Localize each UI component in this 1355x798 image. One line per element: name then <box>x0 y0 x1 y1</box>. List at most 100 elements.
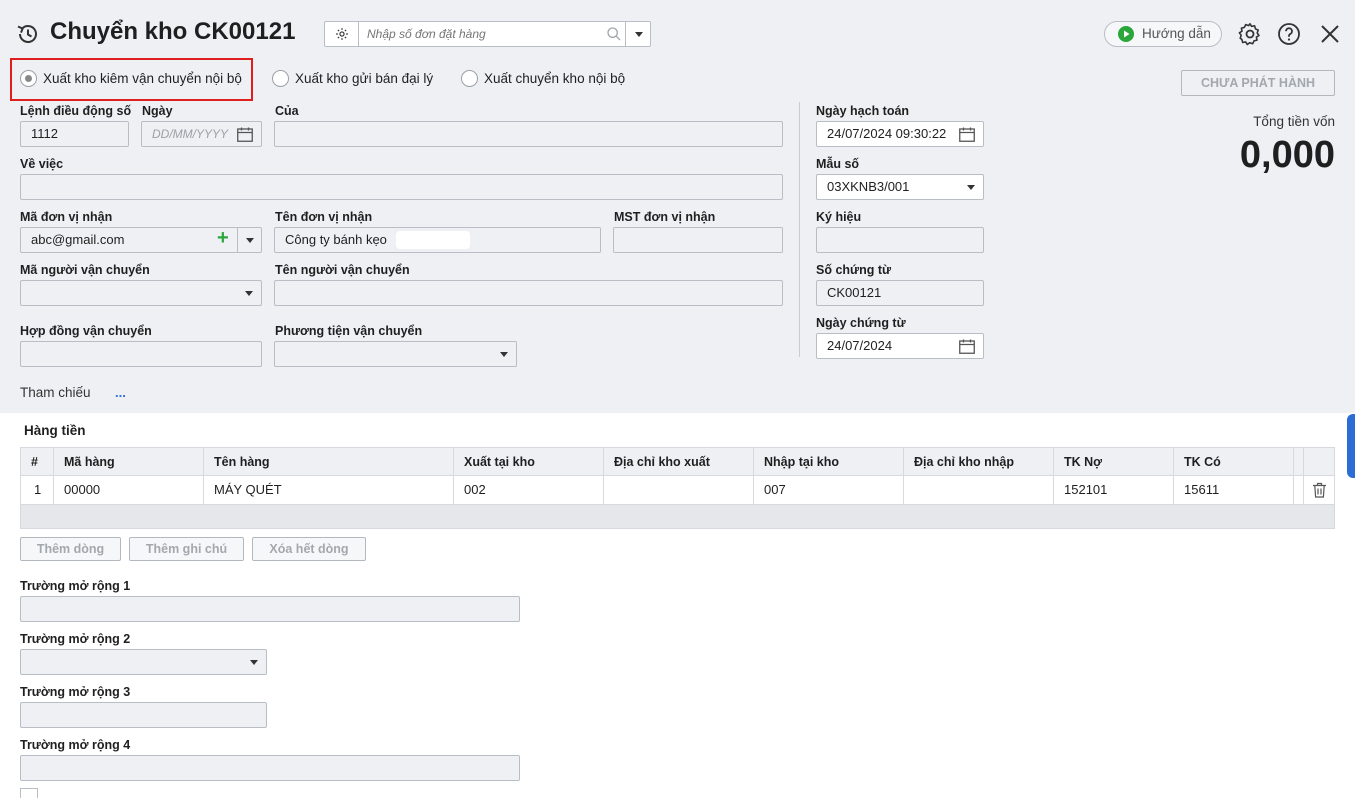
template-label: Mẫu số <box>816 157 860 171</box>
search-icon[interactable] <box>606 26 622 42</box>
recv-tax-input[interactable] <box>613 227 783 253</box>
total-value: 0,000 <box>1239 134 1335 176</box>
voucher-date-label: Ngày chứng từ <box>816 316 906 330</box>
order-no-input[interactable]: 1112 <box>20 121 129 147</box>
status-button[interactable]: CHƯA PHÁT HÀNH <box>1181 70 1335 96</box>
play-icon <box>1118 26 1134 42</box>
symbol-label: Ký hiệu <box>816 210 862 224</box>
radio-selected[interactable] <box>20 70 37 88</box>
add-plus-icon[interactable]: + <box>217 228 229 250</box>
col-in-warehouse: Nhập tại kho <box>753 448 903 475</box>
recv-code-input[interactable]: abc@gmail.com + <box>20 227 262 253</box>
grid: # Mã hàng Tên hàng Xuất tại kho Địa chỉ … <box>20 447 1335 529</box>
col-item-name: Tên hàng <box>203 448 453 475</box>
cell-item-name[interactable]: MÁY QUÉT <box>203 476 453 504</box>
radio-unselected[interactable] <box>272 70 289 88</box>
chevron-down-icon <box>250 660 258 665</box>
posting-date-input[interactable]: 24/07/2024 09:30:22 <box>816 121 984 147</box>
grid-header: # Mã hàng Tên hàng Xuất tại kho Địa chỉ … <box>21 448 1334 476</box>
col-debit: TK Nợ <box>1053 448 1173 475</box>
cell-in-address[interactable] <box>903 476 1053 504</box>
close-icon[interactable] <box>1319 23 1341 45</box>
guide-label: Hướng dẫn <box>1142 26 1211 41</box>
date-placeholder: DD/MM/YYYY <box>152 127 229 141</box>
recv-name-input[interactable]: Công ty bánh kẹo <box>274 227 601 253</box>
extended-field-2-select[interactable] <box>20 649 267 675</box>
vehicle-label: Phương tiện vận chuyển <box>275 324 423 338</box>
gear-small-icon <box>336 28 348 40</box>
radio-unselected[interactable] <box>461 70 478 88</box>
side-panel-tab[interactable] <box>1347 414 1355 478</box>
recv-tax-label: MST đơn vị nhận <box>614 210 716 224</box>
calendar-icon[interactable] <box>959 127 975 142</box>
template-select[interactable]: 03XKNB3/001 <box>816 174 984 200</box>
carrier-name-input[interactable] <box>274 280 783 306</box>
chevron-down-icon <box>245 291 253 296</box>
cell-out-address[interactable] <box>603 476 753 504</box>
cell-debit[interactable]: 152101 <box>1053 476 1173 504</box>
voucher-no-input[interactable]: CK00121 <box>816 280 984 306</box>
add-row-button[interactable]: Thêm dòng <box>20 537 121 561</box>
order-search-input[interactable] <box>365 24 597 44</box>
settings-gear-icon[interactable] <box>1238 22 1262 46</box>
about-input[interactable] <box>20 174 783 200</box>
delete-all-rows-button[interactable]: Xóa hết dòng <box>252 537 366 561</box>
contract-label: Hợp đồng vận chuyển <box>20 324 152 338</box>
history-icon[interactable] <box>16 22 40 46</box>
voucher-date-input[interactable]: 24/07/2024 <box>816 333 984 359</box>
cell-item-code[interactable]: 00000 <box>53 476 203 504</box>
calendar-icon[interactable] <box>959 339 975 354</box>
search-settings-button[interactable] <box>325 22 359 46</box>
col-credit: TK Có <box>1173 448 1293 475</box>
chevron-down-icon <box>246 238 254 243</box>
recv-code-value: abc@gmail.com <box>31 232 125 247</box>
vertical-divider <box>799 102 800 357</box>
order-no-label: Lệnh điều động số <box>20 104 132 118</box>
vehicle-select[interactable] <box>274 341 517 367</box>
contract-input[interactable] <box>20 341 262 367</box>
calendar-icon[interactable] <box>237 127 253 142</box>
option-internal-transfer[interactable]: Xuất chuyển kho nội bộ <box>461 70 625 88</box>
option-agent-sale[interactable]: Xuất kho gửi bán đại lý <box>272 70 433 88</box>
option-internal-transport[interactable]: Xuất kho kiêm vận chuyển nội bộ <box>20 70 242 88</box>
order-search-dropdown[interactable] <box>625 22 651 46</box>
total-label: Tổng tiền vốn <box>1253 114 1335 129</box>
reference-label: Tham chiếu <box>20 385 91 400</box>
extended-field-4-input[interactable] <box>20 755 520 781</box>
col-out-warehouse: Xuất tại kho <box>453 448 603 475</box>
trash-icon[interactable] <box>1312 482 1327 498</box>
extended-checkbox[interactable] <box>20 788 38 798</box>
of-input[interactable] <box>274 121 783 147</box>
extended-field-1-input[interactable] <box>20 596 520 622</box>
carrier-code-label: Mã người vận chuyển <box>20 263 150 277</box>
col-index: # <box>31 455 38 469</box>
date-input[interactable]: DD/MM/YYYY <box>141 121 262 147</box>
carrier-code-select[interactable] <box>20 280 262 306</box>
guide-button[interactable]: Hướng dẫn <box>1104 21 1222 47</box>
page-title: Chuyển kho CK00121 <box>50 18 296 45</box>
voucher-date-value: 24/07/2024 <box>827 338 893 353</box>
extended-field-3-input[interactable] <box>20 702 267 728</box>
grid-section-title: Hàng tiền <box>24 423 86 438</box>
date-label: Ngày <box>142 104 173 118</box>
col-item-code: Mã hàng <box>53 448 203 475</box>
help-icon[interactable] <box>1277 22 1301 46</box>
recv-name-label: Tên đơn vị nhận <box>275 210 373 224</box>
recv-code-label: Mã đơn vị nhận <box>20 210 113 224</box>
cell-credit[interactable]: 15611 <box>1173 476 1293 504</box>
chevron-down-icon <box>635 32 643 37</box>
table-row[interactable]: 1 00000 MÁY QUÉT 002 007 152101 15611 <box>21 476 1334 505</box>
extended-field-2-label: Trường mở rộng 2 <box>20 632 131 646</box>
recv-code-dropdown[interactable] <box>237 228 261 252</box>
posting-date-value: 24/07/2024 09:30:22 <box>827 126 947 141</box>
cell-out-warehouse[interactable]: 002 <box>453 476 603 504</box>
extended-field-4-label: Trường mở rộng 4 <box>20 738 131 752</box>
chevron-down-icon <box>500 352 508 357</box>
col-actions <box>1303 448 1334 475</box>
col-in-address: Địa chỉ kho nhập <box>903 448 1053 475</box>
cell-in-warehouse[interactable]: 007 <box>753 476 903 504</box>
symbol-input[interactable] <box>816 227 984 253</box>
recv-name-value: Công ty bánh kẹo <box>285 232 387 247</box>
reference-more-link[interactable]: ... <box>115 385 126 400</box>
add-note-button[interactable]: Thêm ghi chú <box>129 537 244 561</box>
